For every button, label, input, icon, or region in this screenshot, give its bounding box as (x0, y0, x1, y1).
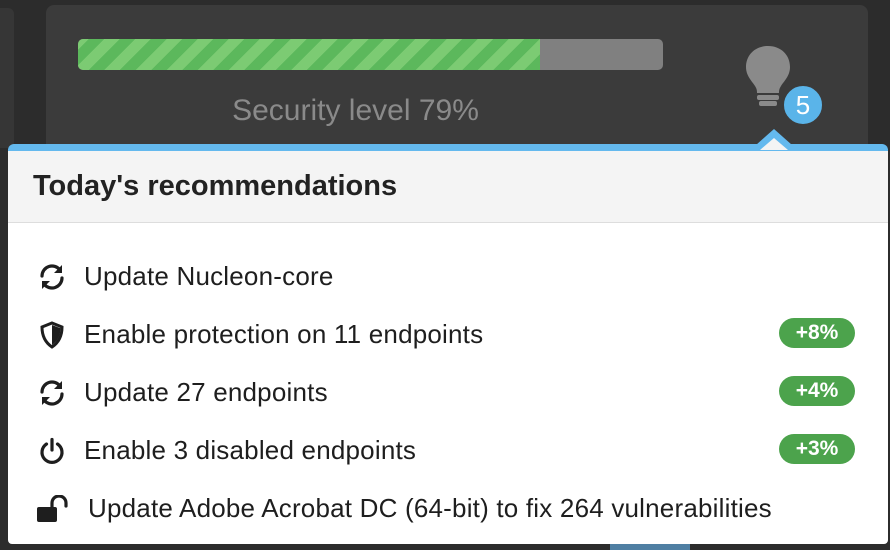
power-icon (38, 437, 66, 465)
recommendation-item[interactable]: Enable 3 disabled endpoints +3% (8, 428, 888, 474)
shield-icon (38, 321, 66, 349)
recommendation-item[interactable]: Update Nucleon-core (8, 254, 888, 300)
popover-title: Today's recommendations (8, 151, 888, 223)
recommendation-item[interactable]: Enable protection on 11 endpoints +8% (8, 312, 888, 358)
security-gain-badge: +8% (779, 318, 855, 348)
recommendations-popover: Today's recommendations Update Nucleon-c… (8, 129, 888, 544)
refresh-icon (38, 263, 66, 291)
security-gain-badge: +3% (779, 434, 855, 464)
recommendation-label: Update Adobe Acrobat DC (64-bit) to fix … (88, 493, 772, 523)
recommendation-label: Enable 3 disabled endpoints (84, 435, 417, 465)
recommendation-item[interactable]: Update Adobe Acrobat DC (64-bit) to fix … (8, 486, 888, 532)
security-level-progress-fill (78, 39, 541, 70)
recommendations-count-badge[interactable]: 5 (782, 84, 824, 126)
popover-arrow-inner (760, 138, 788, 150)
recommendation-label: Update 27 endpoints (84, 377, 328, 407)
recommendation-item[interactable]: Update 27 endpoints +4% (8, 370, 888, 416)
unlock-icon (36, 494, 70, 523)
security-level-progress-bar (78, 39, 663, 70)
security-gain-badge: +4% (779, 376, 855, 406)
refresh-icon (38, 379, 66, 407)
recommendation-label: Update Nucleon-core (84, 261, 334, 291)
background-card-left (0, 8, 14, 148)
security-level-label: Security level 79% (232, 94, 479, 127)
background-button-edge (610, 544, 690, 550)
recommendation-label: Enable protection on 11 endpoints (84, 319, 484, 349)
